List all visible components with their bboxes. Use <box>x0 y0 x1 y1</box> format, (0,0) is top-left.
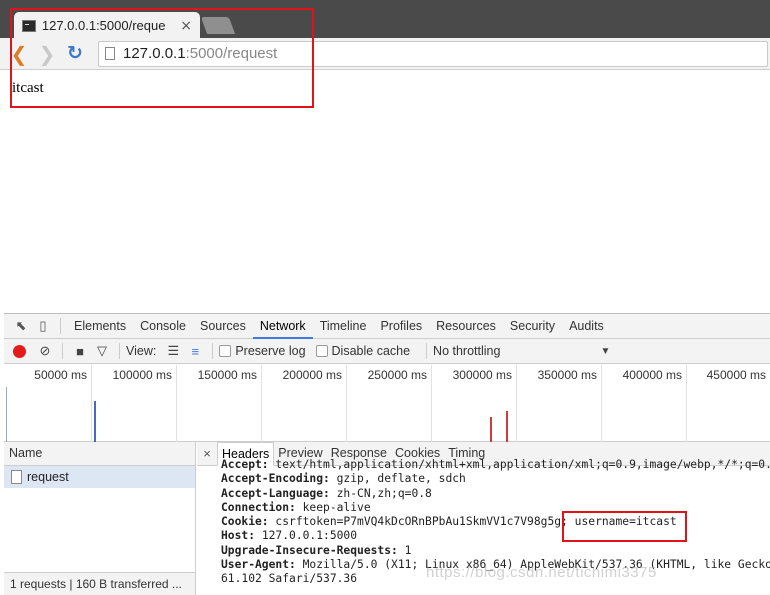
dropdown-arrow-icon: ▼ <box>600 345 611 357</box>
timeline-tick: 150000 ms <box>177 365 262 442</box>
timeline-tick: 400000 ms <box>602 365 687 442</box>
capture-screenshots-icon[interactable]: ■ <box>69 344 91 359</box>
timeline-tick: 50000 ms <box>4 365 92 442</box>
timeline-marker <box>6 387 7 442</box>
filter-icon[interactable]: ▽ <box>91 343 113 359</box>
timeline-tick: 450000 ms <box>706 368 766 382</box>
page-icon <box>105 47 115 60</box>
browser-toolbar: ❮ ❯ ↻ 127.0.0.1:5000/request <box>0 38 770 70</box>
header-line: Accept: text/html,application/xhtml+xml,… <box>221 458 770 471</box>
tab-profiles[interactable]: Profiles <box>373 314 429 339</box>
throttling-select[interactable]: No throttling ▼ <box>433 344 610 358</box>
timeline-tick: 300000 ms <box>432 365 517 442</box>
divider <box>62 343 63 359</box>
address-bar[interactable]: 127.0.0.1:5000/request <box>98 40 768 67</box>
tab-console[interactable]: Console <box>133 314 193 339</box>
tab-timeline[interactable]: Timeline <box>313 314 374 339</box>
page-body-text: itcast <box>12 80 44 96</box>
network-overview[interactable]: 50000 ms 100000 ms 150000 ms 200000 ms 2… <box>4 365 770 442</box>
browser-tab[interactable]: 127.0.0.1:5000/reque × <box>14 12 200 39</box>
list-view-icon[interactable]: ☰ <box>162 343 184 359</box>
header-line: Accept-Encoding: gzip, deflate, sdch <box>221 472 466 486</box>
divider <box>119 343 120 359</box>
request-name: request <box>27 470 69 484</box>
watermark: https://blog.csdn.net/tichimi3375 <box>426 564 657 581</box>
divider <box>426 343 428 359</box>
clear-icon[interactable]: ⊘ <box>34 343 56 359</box>
waterfall-view-icon[interactable]: ≡ <box>184 344 206 359</box>
divider <box>60 318 61 334</box>
header-line-cookie: Cookie: csrftoken=P7mVQ4kDcORnBPbAu1SkmV… <box>221 515 677 529</box>
network-toolbar: ⊘ ■ ▽ View: ☰ ≡ Preserve log Disable cac… <box>4 339 770 364</box>
devtools-tabbar: ⬉ ▯ Elements Console Sources Network Tim… <box>4 314 770 339</box>
timeline-marker <box>94 401 96 442</box>
tab-audits[interactable]: Audits <box>562 314 611 339</box>
request-list: Name request 1 requests | 160 B transfer… <box>4 442 196 595</box>
page-viewport: itcast <box>0 71 770 311</box>
request-summary: 1 requests | 160 B transferred ... <box>4 572 195 595</box>
timeline-tick: 350000 ms <box>517 365 602 442</box>
terminal-favicon-icon <box>22 19 36 32</box>
new-tab-button[interactable] <box>200 17 236 34</box>
tab-network[interactable]: Network <box>252 314 313 339</box>
view-label: View: <box>126 344 157 358</box>
device-mode-icon[interactable]: ▯ <box>32 315 54 337</box>
tab-sources[interactable]: Sources <box>193 314 253 339</box>
header-line: Connection: keep-alive <box>221 500 371 514</box>
record-icon[interactable] <box>13 344 26 358</box>
timeline-tick: 250000 ms <box>347 365 432 442</box>
name-column-header[interactable]: Name <box>4 442 195 466</box>
tab-resources[interactable]: Resources <box>429 314 503 339</box>
tab-elements[interactable]: Elements <box>67 314 133 339</box>
back-arrow-icon[interactable]: ❮ <box>10 44 28 64</box>
disable-cache-checkbox[interactable]: Disable cache <box>315 344 410 358</box>
timeline-tick: 100000 ms <box>92 365 177 442</box>
header-line: Accept-Language: zh-CN,zh;q=0.8 <box>221 486 432 500</box>
tab-close-icon[interactable]: × <box>180 18 192 34</box>
header-line: Upgrade-Insecure-Requests: 1 <box>221 543 412 557</box>
header-line: Host: 127.0.0.1:5000 <box>221 529 358 543</box>
timeline-tick: 200000 ms <box>262 365 347 442</box>
request-row[interactable]: request <box>4 466 195 488</box>
url-text[interactable]: 127.0.0.1:5000/request <box>123 45 277 62</box>
tab-title: 127.0.0.1:5000/reque <box>41 18 166 33</box>
inspect-element-icon[interactable]: ⬉ <box>10 315 32 337</box>
close-detail-icon[interactable]: × <box>197 446 217 461</box>
tab-strip: 127.0.0.1:5000/reque × <box>0 0 770 39</box>
timeline-marker <box>490 417 492 442</box>
reload-icon[interactable]: ↻ <box>66 44 84 63</box>
forward-arrow-icon[interactable]: ❯ <box>38 44 56 64</box>
divider <box>212 343 214 359</box>
tab-security[interactable]: Security <box>503 314 562 339</box>
preserve-log-checkbox[interactable]: Preserve log <box>219 344 306 358</box>
document-icon <box>11 470 22 484</box>
devtools-panel: ⬉ ▯ Elements Console Sources Network Tim… <box>4 313 770 595</box>
timeline-marker <box>506 411 508 442</box>
